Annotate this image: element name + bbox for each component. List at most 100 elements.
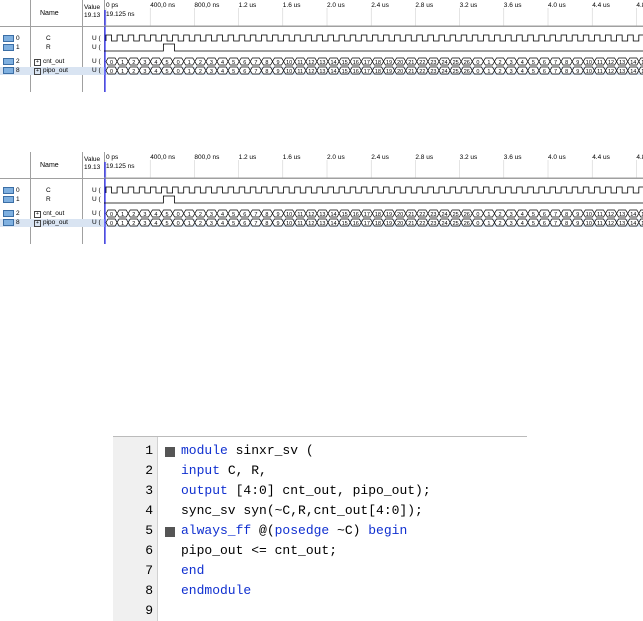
cnt-out-bus-value: 5 <box>166 212 169 218</box>
waveform-display[interactable]: 0 ps 400,0 ns 800,0 ns 1.2 us 1.6 us 2.0 us 2.… <box>104 0 643 92</box>
code-keyword: input <box>181 463 221 478</box>
time-tick-label: 800,0 ns <box>194 154 220 161</box>
time-tick-label: 3.6 us <box>504 2 522 9</box>
time-tick-label: 2.0 us <box>327 2 345 9</box>
pipo-out-bus-value: 18 <box>375 69 381 75</box>
input-pin-icon <box>3 196 14 203</box>
cnt-out-bus-value: 11 <box>297 212 303 218</box>
pipo-out-bus-value: 10 <box>286 69 292 75</box>
pipo-out-bus-value: 5 <box>232 221 235 227</box>
cnt-out-bus-value: 0 <box>177 212 180 218</box>
pipo-out-bus-value: 7 <box>254 69 257 75</box>
code-keyword: module <box>181 443 228 458</box>
waveform-panel-1: Name Value 19.13 19.125 ns 0 C U ( 1 R U … <box>0 0 643 92</box>
expand-icon[interactable]: + <box>34 59 41 66</box>
fold-marker-icon[interactable] <box>165 527 175 537</box>
cnt-out-bus-value: 1 <box>188 60 191 66</box>
expand-icon[interactable]: + <box>34 68 41 75</box>
pipo-out-bus-value: 16 <box>353 69 359 75</box>
code-line: sync_sv syn(~C,R,cnt_out[4:0]); <box>181 503 423 518</box>
row-index: 8 <box>3 67 20 74</box>
pipo-out-bus-value: 5 <box>166 69 169 75</box>
line-number: 2 <box>145 463 153 478</box>
pipo-out-bus-value: 9 <box>277 69 280 75</box>
line-number: 4 <box>145 503 153 518</box>
cnt-out-bus-value: 0 <box>476 212 479 218</box>
time-tick-label: 0 ps <box>106 2 119 9</box>
time-tick-label: 4.0 us <box>548 154 566 161</box>
cnt-out-bus-value: 2 <box>199 212 202 218</box>
cnt-out-bus-value: 12 <box>608 212 614 218</box>
cnt-out-bus-value: 1 <box>121 212 124 218</box>
pipo-out-bus-value: 13 <box>619 221 625 227</box>
cnt-out-bus-value: 14 <box>330 212 336 218</box>
time-tick-label: 2.8 us <box>415 154 433 161</box>
cnt-out-bus-value: 12 <box>608 60 614 66</box>
cnt-out-bus-value: 24 <box>441 212 447 218</box>
cnt-out-bus-value: 3 <box>210 60 213 66</box>
time-tick-label: 1.6 us <box>283 154 301 161</box>
pipo-out-bus-value: 12 <box>308 69 314 75</box>
code-text: @( <box>251 523 275 538</box>
expand-icon[interactable]: + <box>34 211 41 218</box>
pipo-out-bus-value: 21 <box>408 69 414 75</box>
cnt-out-bus-value: 6 <box>243 60 246 66</box>
code-keyword: end <box>181 563 205 578</box>
cnt-out-bus-value: 4 <box>521 60 524 66</box>
pipo-out-bus-value: 3 <box>510 69 513 75</box>
code-keyword: begin <box>368 523 408 538</box>
pipo-out-bus-value: 6 <box>243 221 246 227</box>
output-bus-icon <box>3 210 14 217</box>
code-line: module sinxr_sv ( <box>181 443 314 458</box>
cnt-out-bus-value: 1 <box>487 60 490 66</box>
code-editor[interactable]: 1 module sinxr_sv (2 input C, R, 3 output [4… <box>113 436 527 621</box>
code-text: [4:0] cnt_out, pipo_out); <box>227 483 431 498</box>
pipo-out-bus-value: 5 <box>232 69 235 75</box>
pipo-out-bus-value: 9 <box>277 221 280 227</box>
cnt-out-bus-value: 2 <box>199 60 202 66</box>
pipo-out-bus-value: 1 <box>188 69 191 75</box>
pipo-out-bus-value: 25 <box>453 69 459 75</box>
pipo-out-bus-value: 8 <box>265 221 268 227</box>
input-pin-icon <box>3 35 14 42</box>
cnt-out-bus-value: 6 <box>243 212 246 218</box>
cnt-out-bus-value: 24 <box>441 60 447 66</box>
signal-name: + pipo_out <box>34 67 68 75</box>
output-bus-icon <box>3 67 14 74</box>
pipo-out-bus-value: 5 <box>532 69 535 75</box>
cnt-out-bus-value: 2 <box>132 60 135 66</box>
line-number: 9 <box>145 603 153 618</box>
output-bus-icon <box>3 58 14 65</box>
pipo-out-bus-value: 2 <box>199 69 202 75</box>
cnt-out-bus-value: 10 <box>586 60 592 66</box>
cnt-out-bus-value: 3 <box>510 60 513 66</box>
pipo-out-bus-value: 15 <box>342 221 348 227</box>
cnt-out-bus-value: 2 <box>132 212 135 218</box>
pipo-out-bus-value: 24 <box>441 221 447 227</box>
signal-name: C <box>46 187 51 194</box>
cnt-out-bus-value: 22 <box>419 60 425 66</box>
pipo-out-bus-value: 5 <box>166 221 169 227</box>
signal-value: U ( <box>92 67 101 74</box>
fold-marker-icon[interactable] <box>165 447 175 457</box>
waveform-display[interactable]: 0 ps 400,0 ns 800,0 ns 1.2 us 1.6 us 2.0 us 2.… <box>104 152 643 244</box>
cnt-out-bus-value: 10 <box>586 212 592 218</box>
cnt-out-bus-value: 13 <box>319 212 325 218</box>
expand-icon[interactable]: + <box>34 220 41 227</box>
code-text: sync_sv syn(~C,R,cnt_out[4:0]); <box>181 503 423 518</box>
time-tick-label: 800,0 ns <box>194 2 220 9</box>
signal-name: + pipo_out <box>34 219 68 227</box>
cnt-out-bus-value: 4 <box>521 212 524 218</box>
pipo-out-bus-value: 6 <box>243 69 246 75</box>
cnt-out-bus-value: 18 <box>375 212 381 218</box>
cnt-out-bus-value: 4 <box>221 212 224 218</box>
cnt-out-bus-value: 11 <box>597 60 603 66</box>
cnt-out-bus-value: 6 <box>543 60 546 66</box>
cnt-out-bus-value: 21 <box>408 212 414 218</box>
cnt-out-bus-value: 4 <box>154 60 157 66</box>
reset-waveform <box>104 43 643 52</box>
cnt-out-bus-value: 11 <box>297 60 303 66</box>
pipo-out-bus-value: 9 <box>576 221 579 227</box>
cnt-out-bus-value: 23 <box>430 212 436 218</box>
pipo-out-bus-value: 4 <box>221 69 224 75</box>
